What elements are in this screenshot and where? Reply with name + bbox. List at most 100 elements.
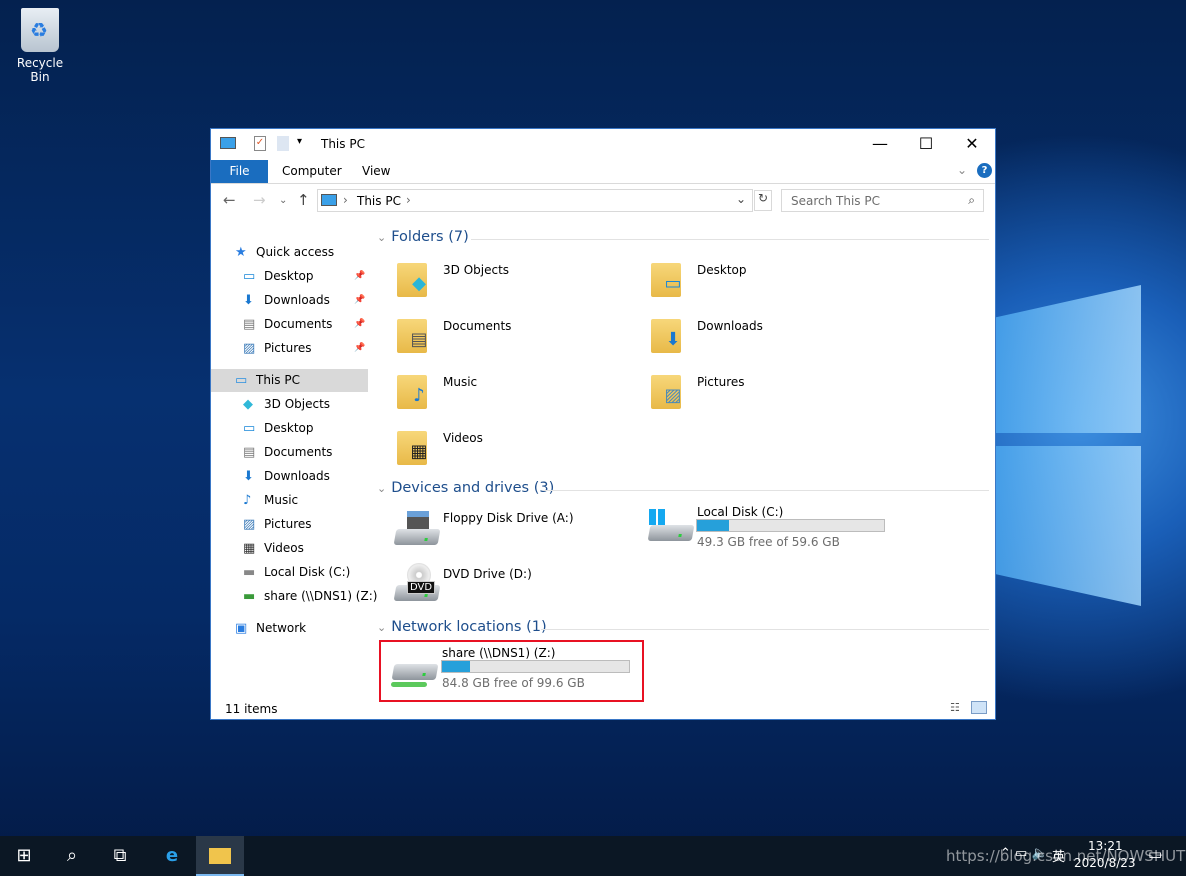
properties-icon[interactable]: ✓ xyxy=(254,136,266,151)
drive-icon: ▬ xyxy=(243,565,256,580)
folder-name: 3D Objects xyxy=(443,263,510,277)
watermark: https://blog.csdn.net/NOWSHUT xyxy=(946,847,1186,865)
details-view-button[interactable]: ☷ xyxy=(950,701,960,714)
folder-name: Documents xyxy=(443,319,512,333)
folder-item[interactable]: ♪ Music xyxy=(397,371,627,421)
refresh-button[interactable]: ↻ xyxy=(754,190,772,211)
pin-icon[interactable]: 📌 xyxy=(354,313,365,336)
search-input[interactable]: Search This PC ⌕ xyxy=(781,189,984,212)
desktop-icon: ▭ xyxy=(243,269,256,284)
music-icon: ♪ xyxy=(243,493,252,508)
nav-item-network[interactable]: ▣ Network xyxy=(211,617,368,640)
documents-icon: ▤ xyxy=(243,317,256,332)
drive-name: Local Disk (C:) xyxy=(697,505,784,519)
nav-item-this-pc[interactable]: ▭ This PC xyxy=(211,369,368,392)
internet-explorer-icon[interactable]: e xyxy=(148,836,196,876)
videos-icon: ▦ xyxy=(410,441,428,462)
folder-item[interactable]: ◆ 3D Objects xyxy=(397,259,627,309)
large-icons-view-button[interactable] xyxy=(971,701,987,714)
task-view-button[interactable]: ⧉ xyxy=(96,836,144,876)
nav-item-documents[interactable]: ▤ Documents 📌 xyxy=(211,313,368,336)
nav-item-local-disk-c[interactable]: ▬ Local Disk (C:) xyxy=(211,561,368,584)
recycle-bin-icon xyxy=(21,8,59,52)
dvd-badge: DVD xyxy=(407,581,436,594)
back-button[interactable]: ← xyxy=(223,191,236,209)
maximize-button[interactable]: ☐ xyxy=(903,129,949,159)
documents-icon: ▤ xyxy=(410,329,428,350)
windows-drive-icon xyxy=(647,525,695,541)
tab-view[interactable]: View xyxy=(348,160,404,183)
drive-item-floppy[interactable]: Floppy Disk Drive (A:) xyxy=(391,507,631,557)
nav-item-label: Local Disk (C:) xyxy=(264,565,351,579)
folder-icon: ▦ xyxy=(397,427,428,465)
nav-item-label: 3D Objects xyxy=(264,397,331,411)
address-dropdown-icon[interactable]: ⌄ xyxy=(736,192,746,206)
breadcrumb-this-pc[interactable]: This PC xyxy=(357,194,401,208)
chevron-down-icon: ⌄ xyxy=(377,482,387,495)
folder-name: Pictures xyxy=(697,375,745,389)
music-icon: ♪ xyxy=(413,385,425,406)
folder-name: Desktop xyxy=(697,263,747,277)
nav-item-desktop[interactable]: ▭ Desktop 📌 xyxy=(211,265,368,288)
nav-item-label: Downloads xyxy=(264,469,330,483)
nav-item-share-dns1-z[interactable]: ▬ share (\\DNS1) (Z:) xyxy=(211,585,377,608)
search-button[interactable]: ⌕ xyxy=(48,836,96,876)
file-explorer-taskbar-icon[interactable] xyxy=(196,836,244,876)
network-drive-share-z[interactable]: share (\\DNS1) (Z:) 84.8 GB free of 99.6 … xyxy=(379,640,644,702)
folder-name: Music xyxy=(443,375,478,389)
drive-name: DVD Drive (D:) xyxy=(443,567,532,581)
pin-icon[interactable]: 📌 xyxy=(354,289,365,312)
up-button[interactable]: ↑ xyxy=(297,191,310,209)
disk-free-space: 49.3 GB free of 59.6 GB xyxy=(697,535,840,549)
nav-item-pictures[interactable]: ▨ Pictures xyxy=(211,513,368,536)
nav-item-music[interactable]: ♪ Music xyxy=(211,489,368,512)
nav-item-downloads[interactable]: ⬇ Downloads xyxy=(211,465,368,488)
ribbon-divider xyxy=(211,183,995,184)
nav-item-videos[interactable]: ▦ Videos xyxy=(211,537,368,560)
help-icon[interactable]: ? xyxy=(977,163,992,178)
nav-item-downloads[interactable]: ⬇ Downloads 📌 xyxy=(211,289,368,312)
nav-item-3d-objects[interactable]: ◆ 3D Objects xyxy=(211,393,368,416)
nav-item-label: Documents xyxy=(264,445,333,459)
pin-icon[interactable]: 📌 xyxy=(354,337,365,360)
breadcrumb-separator[interactable]: › xyxy=(406,193,411,207)
new-folder-icon[interactable] xyxy=(277,136,289,151)
drive-name: Floppy Disk Drive (A:) xyxy=(443,511,574,525)
address-bar[interactable]: › This PC › ⌄ xyxy=(317,189,753,212)
drive-item-local-disk-c[interactable]: Local Disk (C:) 49.3 GB free of 59.6 GB xyxy=(645,503,905,553)
section-header-folders[interactable]: ⌄ Folders (7) xyxy=(377,229,469,245)
close-button[interactable]: ✕ xyxy=(949,129,995,159)
customize-toolbar-dropdown[interactable]: ▾ xyxy=(297,136,302,147)
nav-item-desktop[interactable]: ▭ Desktop xyxy=(211,417,368,440)
nav-item-pictures[interactable]: ▨ Pictures 📌 xyxy=(211,337,368,360)
folder-item[interactable]: ⬇ Downloads xyxy=(651,315,881,365)
desktop-icon: ▭ xyxy=(243,421,256,436)
nav-item-label: share (\\DNS1) (Z:) xyxy=(264,589,378,603)
tab-computer[interactable]: Computer xyxy=(268,160,356,183)
nav-item-label: Network xyxy=(256,621,307,635)
section-header-devices[interactable]: ⌄ Devices and drives (3) xyxy=(377,480,554,496)
folder-item[interactable]: ▨ Pictures xyxy=(651,371,881,421)
downloads-icon: ⬇ xyxy=(243,293,254,308)
recent-locations-dropdown[interactable]: ⌄ xyxy=(279,195,287,206)
section-title: Folders (7) xyxy=(391,229,469,245)
section-header-network[interactable]: ⌄ Network locations (1) xyxy=(377,619,547,635)
drive-item-dvd[interactable]: DVD DVD Drive (D:) xyxy=(391,563,631,613)
videos-icon: ▦ xyxy=(243,541,256,556)
forward-button[interactable]: → xyxy=(253,191,266,209)
minimize-button[interactable]: — xyxy=(857,129,903,159)
disk-usage-bar xyxy=(696,519,885,532)
start-button[interactable]: ⊞ xyxy=(0,836,48,876)
nav-item-documents[interactable]: ▤ Documents xyxy=(211,441,368,464)
nav-item-quick-access[interactable]: ★ Quick access xyxy=(211,241,368,264)
recycle-bin[interactable]: Recycle Bin xyxy=(8,8,72,84)
folder-item[interactable]: ▦ Videos xyxy=(397,427,627,477)
network-drive-icon xyxy=(391,664,439,680)
folder-item[interactable]: ▭ Desktop xyxy=(651,259,881,309)
expand-ribbon-icon[interactable]: ⌄ xyxy=(957,163,967,177)
file-explorer-window: ✓ ▾ This PC — ☐ ✕ File Computer View ⌄ ?… xyxy=(210,128,996,720)
folder-item[interactable]: ▤ Documents xyxy=(397,315,627,365)
tab-file[interactable]: File xyxy=(211,160,268,183)
nav-item-label: Documents xyxy=(264,317,333,331)
pin-icon[interactable]: 📌 xyxy=(354,265,365,288)
